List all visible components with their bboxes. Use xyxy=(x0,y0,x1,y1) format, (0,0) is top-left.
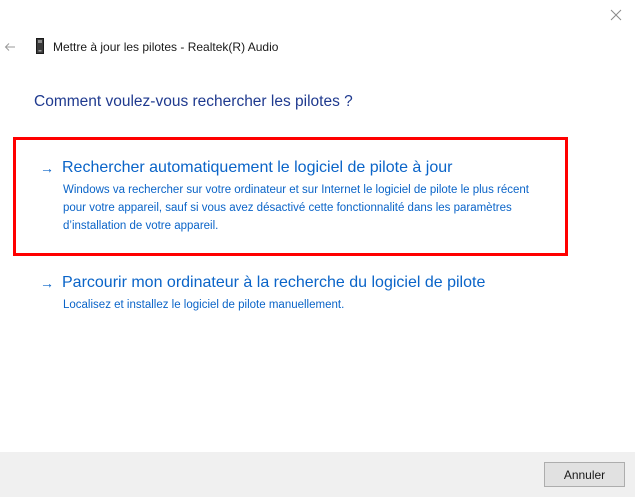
arrow-right-icon: → xyxy=(40,275,54,291)
option-title: Rechercher automatiquement le logiciel d… xyxy=(62,159,453,176)
back-button[interactable] xyxy=(2,38,18,56)
back-arrow-icon xyxy=(4,43,15,51)
option-description: Localisez et installez le logiciel de pi… xyxy=(63,299,345,311)
arrow-right-icon: → xyxy=(40,160,54,176)
close-icon xyxy=(610,9,622,21)
cancel-button[interactable]: Annuler xyxy=(544,462,625,487)
search-automatically-option[interactable]: → Rechercher automatiquement le logiciel… xyxy=(40,157,550,235)
page-question: Comment voulez-vous rechercher les pilot… xyxy=(34,93,353,110)
dialog-footer xyxy=(0,452,635,497)
option-title: Parcourir mon ordinateur à la recherche … xyxy=(62,274,486,291)
driver-update-dialog: Mettre à jour les pilotes - Realtek(R) A… xyxy=(0,0,635,497)
dialog-title: Mettre à jour les pilotes - Realtek(R) A… xyxy=(53,40,279,54)
browse-computer-option[interactable]: → Parcourir mon ordinateur à la recherch… xyxy=(40,272,580,314)
option-description: Windows va rechercher sur votre ordinate… xyxy=(63,184,529,232)
audio-device-icon xyxy=(36,38,44,54)
close-button[interactable] xyxy=(604,4,628,26)
